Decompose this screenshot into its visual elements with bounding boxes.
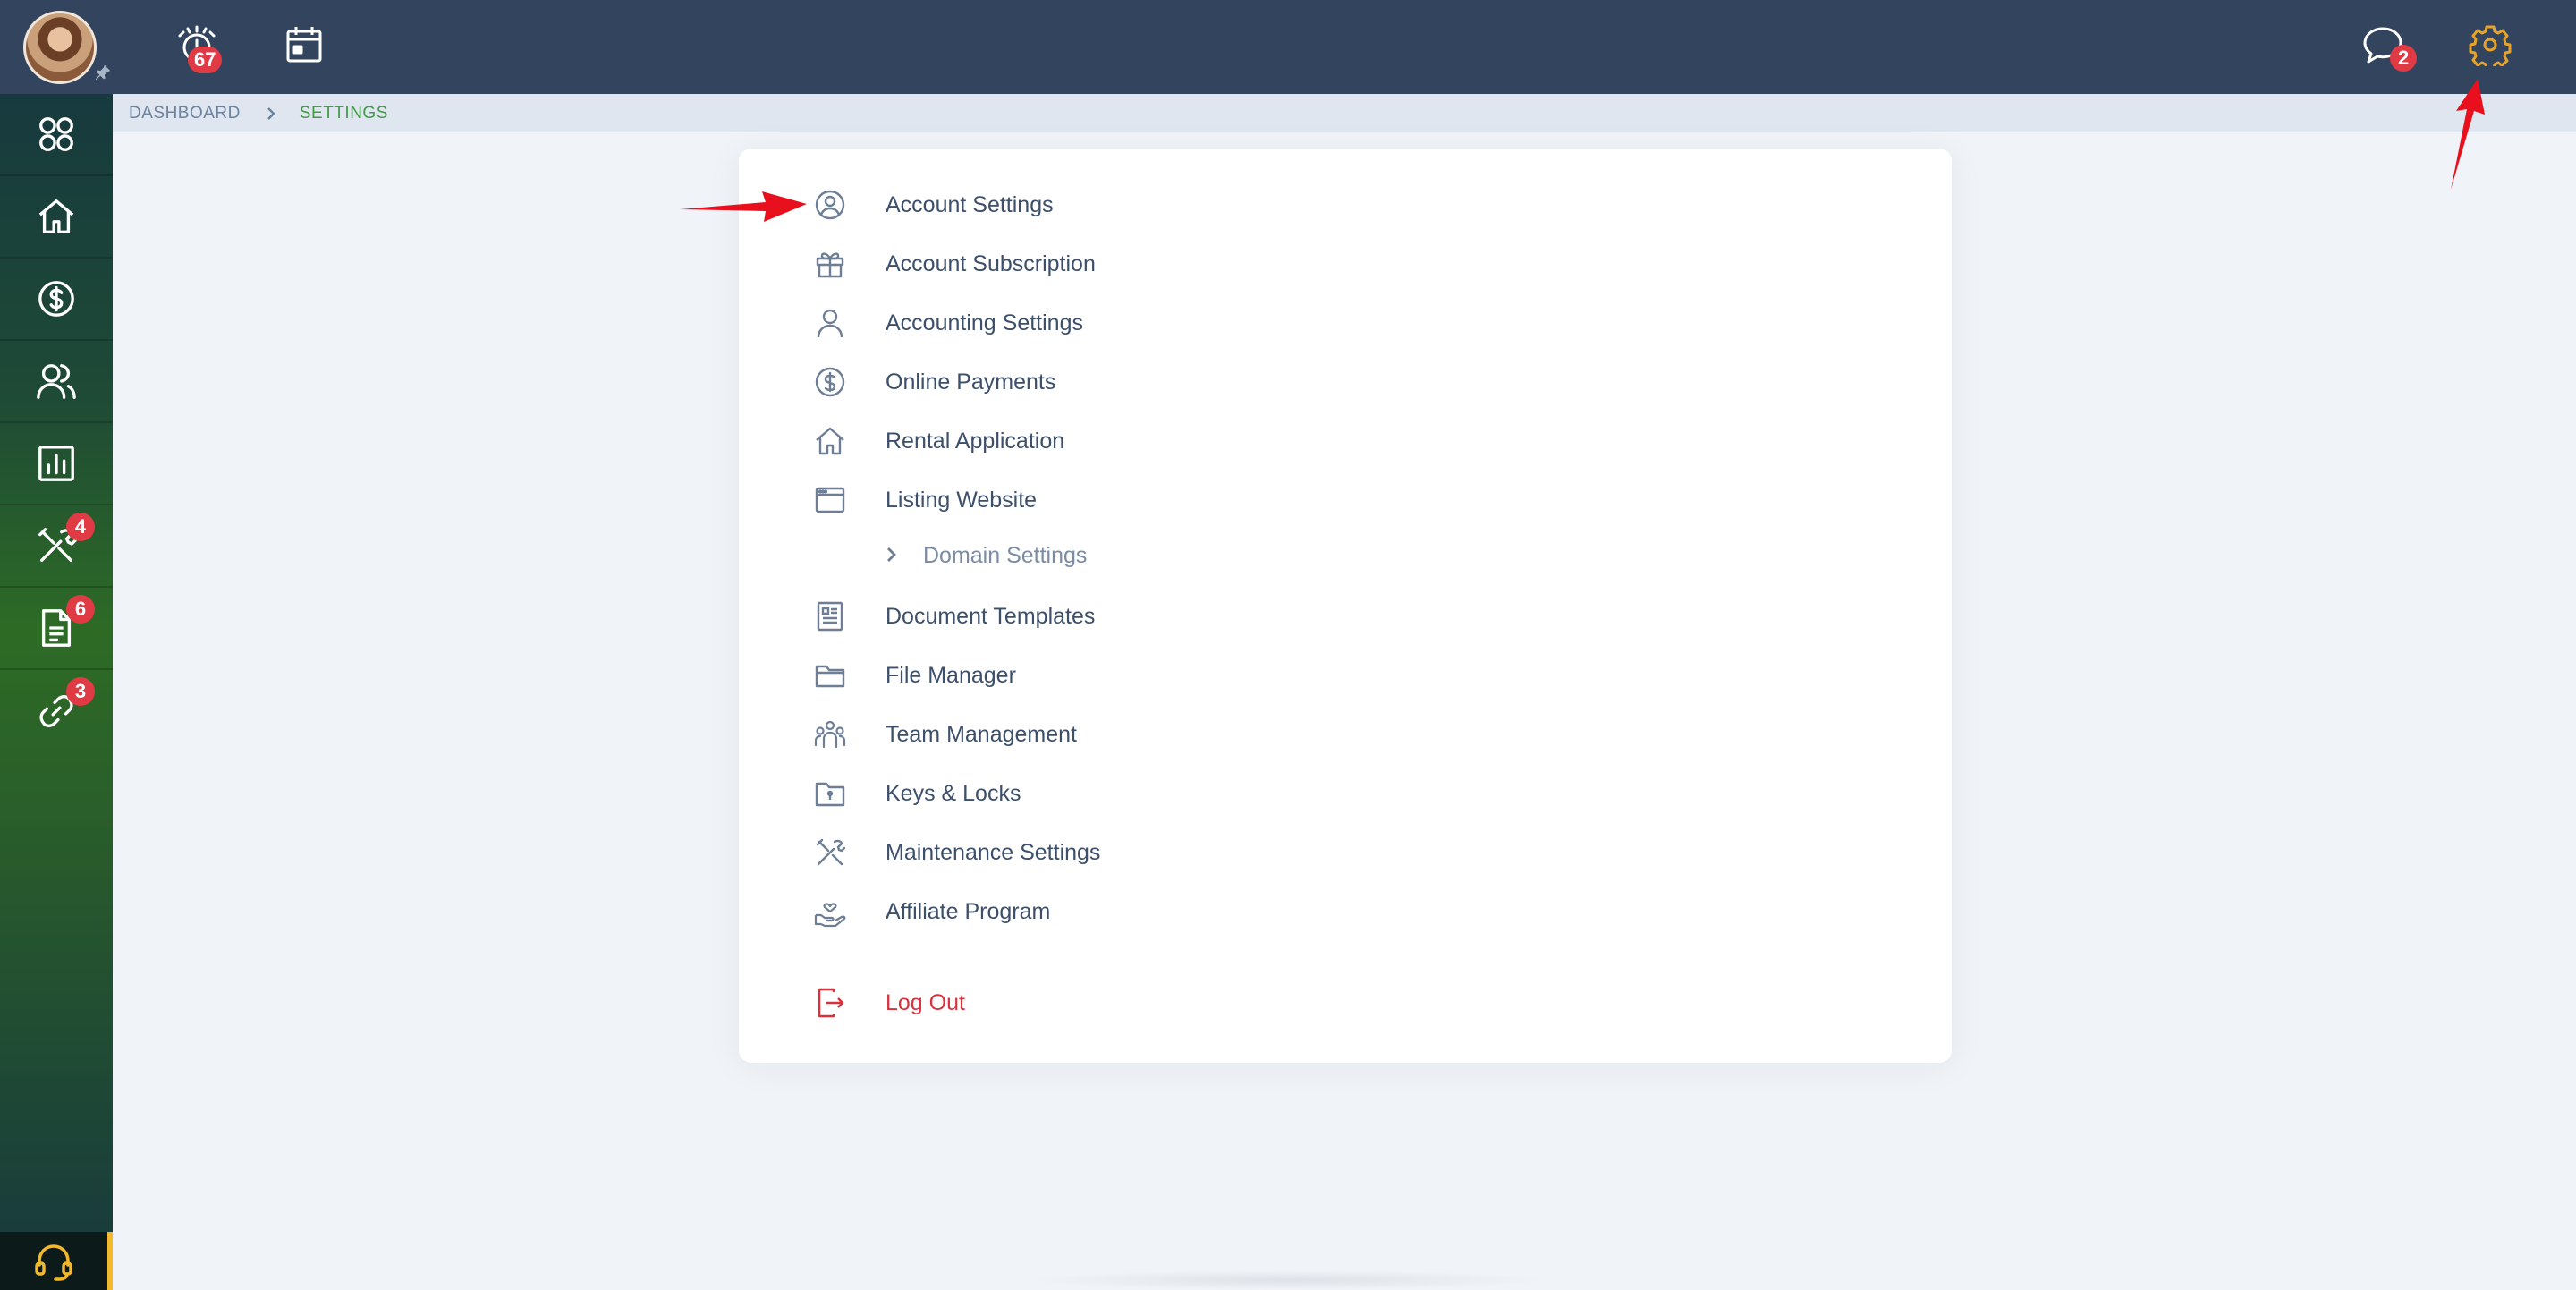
home-icon (38, 199, 74, 233)
menu-item-label: Account Settings (886, 191, 1054, 217)
menu-item-label: Maintenance Settings (886, 839, 1101, 865)
calendar-icon (286, 27, 322, 63)
hand-heart-icon (814, 903, 846, 928)
sidebar-item-people[interactable] (0, 341, 113, 423)
chevron-right-icon (266, 106, 276, 121)
messages-button[interactable]: 2 (2361, 25, 2418, 72)
team-icon (814, 720, 846, 749)
users-icon (37, 364, 76, 399)
breadcrumb-settings: SETTINGS (299, 103, 388, 123)
menu-item-label: Online Payments (886, 369, 1056, 395)
links-badge: 3 (66, 677, 95, 706)
maintenance-badge: 4 (66, 513, 95, 541)
breadcrumb: DASHBOARD SETTINGS (113, 94, 2576, 132)
menu-item-label: Accounting Settings (886, 310, 1083, 335)
pin-icon (95, 64, 111, 81)
user-icon (817, 309, 843, 338)
alerts-button[interactable]: 67 (175, 23, 223, 73)
alerts-badge: 67 (188, 47, 223, 73)
menu-item-label: Domain Settings (923, 542, 1088, 568)
sidebar-item-reports[interactable] (0, 423, 113, 505)
tools-icon (816, 838, 846, 866)
sidebar-item-maintenance[interactable]: 4 (0, 505, 113, 588)
messages-badge: 2 (2390, 45, 2418, 72)
menu-item-label: Account Subscription (886, 250, 1096, 276)
menu-item-label: Affiliate Program (886, 898, 1051, 924)
dollar-circle-icon (815, 367, 845, 397)
menu-item-label: Keys & Locks (886, 780, 1021, 806)
settings-menu-card: Account Settings Account Subscription Ac… (739, 149, 1952, 1063)
gear-icon (2469, 25, 2512, 71)
support-button[interactable] (0, 1232, 113, 1290)
menu-item-label: Listing Website (886, 487, 1038, 513)
sidebar: 4 6 3 (0, 94, 113, 1290)
bottom-shadow (1029, 1270, 1547, 1290)
menu-item-label: File Manager (886, 662, 1016, 688)
home-icon (816, 427, 844, 455)
dollar-circle-icon (38, 281, 74, 317)
documents-badge: 6 (66, 595, 95, 624)
menu-item-label: Log Out (886, 989, 965, 1015)
menu-item-label: Team Management (886, 721, 1078, 747)
chevron-right-icon (887, 547, 896, 562)
sidebar-item-home[interactable] (0, 176, 113, 259)
key-lock-icon (815, 782, 845, 807)
menu-item-label: Rental Application (886, 428, 1065, 454)
sidebar-item-payments[interactable] (0, 259, 113, 341)
top-bar: 67 2 (0, 0, 2576, 94)
browser-window-icon (815, 487, 845, 513)
user-circle-icon (815, 190, 845, 220)
settings-button[interactable] (2469, 23, 2512, 71)
logout-icon (818, 988, 844, 1018)
menu-item-label: Document Templates (886, 603, 1096, 629)
sidebar-item-apps[interactable] (0, 94, 113, 176)
document-template-icon (817, 601, 843, 632)
breadcrumb-dashboard[interactable]: DASHBOARD (129, 104, 241, 123)
headset-icon (35, 1243, 72, 1281)
sidebar-item-links[interactable]: 3 (0, 670, 113, 752)
sidebar-item-documents[interactable]: 6 (0, 588, 113, 670)
gift-icon (816, 252, 844, 278)
user-avatar[interactable] (23, 11, 97, 84)
folder-icon (815, 665, 845, 688)
calendar-button[interactable] (283, 23, 326, 66)
chart-icon (38, 446, 74, 481)
apps-grid-icon (39, 117, 73, 151)
